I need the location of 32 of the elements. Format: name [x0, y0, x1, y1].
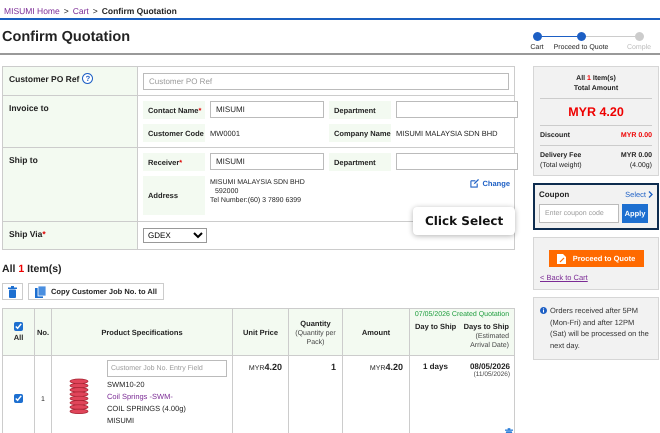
- breadcrumb-separator: >: [64, 6, 69, 18]
- field-label: Invoice to: [9, 103, 49, 113]
- document-icon: [556, 254, 566, 264]
- department-field[interactable]: [396, 153, 518, 170]
- breadcrumb-link[interactable]: Cart: [72, 6, 89, 18]
- select-all-checkbox[interactable]: [14, 322, 23, 331]
- field-label: Ship to: [9, 155, 38, 165]
- chevron-right-icon: [648, 191, 653, 198]
- tooltip: Click Select: [413, 207, 516, 235]
- breadcrumb-current: Confirm Quotation: [102, 6, 177, 18]
- ship-via-select[interactable]: GDEX: [143, 228, 207, 243]
- field-label: Ship Via*: [9, 229, 46, 239]
- info-icon: [540, 307, 547, 314]
- items-heading: All 1 Item(s): [2, 263, 63, 275]
- breadcrumb-link[interactable]: MISUMI Home: [4, 6, 60, 18]
- day-to-ship: 1 days: [423, 362, 448, 373]
- department-field[interactable]: [396, 101, 518, 118]
- copy-icon: [35, 286, 46, 298]
- breadcrumb-separator: >: [92, 6, 98, 18]
- po-ref-field[interactable]: Customer PO Ref: [143, 72, 509, 90]
- row-checkbox[interactable]: [14, 394, 23, 402]
- delete-button[interactable]: [2, 283, 23, 300]
- quantity: 1: [330, 362, 336, 372]
- field-label: Customer PO Ref: [9, 74, 80, 84]
- trash-icon: [8, 286, 17, 298]
- ship-date: 08/05/2026: [470, 362, 510, 371]
- total-amount: MYR 4.20: [567, 105, 625, 119]
- edit-icon: [470, 179, 480, 188]
- page-title: Confirm Quotation: [2, 28, 130, 44]
- coupon-label: Coupon: [539, 190, 570, 199]
- receiver-field[interactable]: MISUMI: [210, 153, 324, 170]
- contact-name-field[interactable]: MISUMI: [210, 101, 324, 118]
